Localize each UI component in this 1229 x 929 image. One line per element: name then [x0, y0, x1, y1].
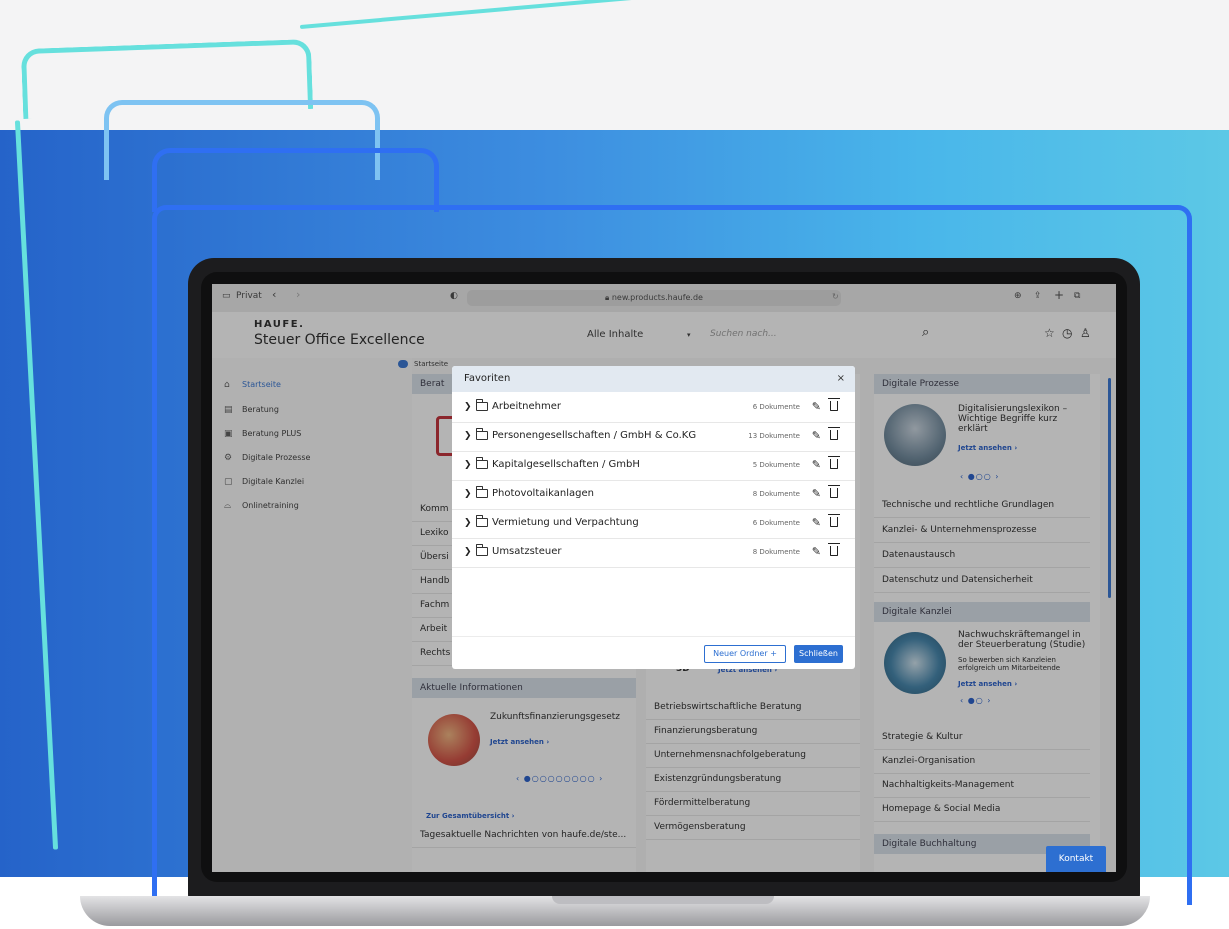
- trash-icon[interactable]: [828, 543, 840, 556]
- trash-icon[interactable]: [828, 514, 840, 527]
- chevron-right-icon[interactable]: ❯: [464, 402, 472, 412]
- favorites-modal: Favoriten × ❯ Arbeitnehmer 6 Dokumente ✎…: [452, 366, 855, 669]
- folder-name: Personengesellschaften / GmbH & Co.KG: [492, 430, 697, 441]
- chevron-right-icon[interactable]: ❯: [464, 460, 472, 470]
- folder-count: 5 Dokumente: [752, 461, 800, 469]
- folder-row[interactable]: ❯ Photovoltaikanlagen 8 Dokumente ✎: [452, 481, 855, 510]
- folder-name: Kapitalgesellschaften / GmbH: [492, 459, 640, 470]
- chevron-right-icon[interactable]: ❯: [464, 431, 472, 441]
- folder-icon: [476, 515, 488, 527]
- folder-icon: [476, 544, 488, 556]
- folder-row[interactable]: ❯ Umsatzsteuer 8 Dokumente ✎: [452, 539, 855, 568]
- chevron-right-icon[interactable]: ❯: [464, 547, 472, 557]
- plus-icon: +: [770, 649, 777, 658]
- new-folder-button[interactable]: Neuer Ordner +: [704, 645, 786, 663]
- folder-count: 6 Dokumente: [752, 403, 800, 411]
- decor-frame-front: [152, 148, 439, 212]
- folder-count: 13 Dokumente: [748, 432, 800, 440]
- folder-row[interactable]: ❯ Personengesellschaften / GmbH & Co.KG …: [452, 423, 855, 452]
- modal-title: Favoriten: [464, 373, 511, 384]
- laptop-notch: [552, 896, 774, 904]
- folder-row[interactable]: ❯ Vermietung und Verpachtung 6 Dokumente…: [452, 510, 855, 539]
- folder-icon: [476, 457, 488, 469]
- folder-name: Vermietung und Verpachtung: [492, 517, 639, 528]
- pencil-icon[interactable]: ✎: [812, 429, 821, 442]
- pencil-icon[interactable]: ✎: [812, 516, 821, 529]
- folder-count: 6 Dokumente: [752, 519, 800, 527]
- chevron-right-icon[interactable]: ❯: [464, 518, 472, 528]
- trash-icon[interactable]: [828, 456, 840, 469]
- modal-header: Favoriten ×: [452, 366, 855, 392]
- folder-count: 8 Dokumente: [752, 490, 800, 498]
- folder-count: 8 Dokumente: [752, 548, 800, 556]
- folder-name: Photovoltaikanlagen: [492, 488, 594, 499]
- decor-frame-back-top: [299, 0, 1058, 29]
- screen: ▭ Privat ‹ › ◐ 🔒︎ new.products.haufe.de …: [212, 284, 1116, 872]
- pencil-icon[interactable]: ✎: [812, 487, 821, 500]
- pencil-icon[interactable]: ✎: [812, 400, 821, 413]
- folder-row[interactable]: ❯ Kapitalgesellschaften / GmbH 5 Dokumen…: [452, 452, 855, 481]
- pencil-icon[interactable]: ✎: [812, 458, 821, 471]
- folder-icon: [476, 428, 488, 440]
- trash-icon[interactable]: [828, 427, 840, 440]
- folder-row[interactable]: ❯ Arbeitnehmer 6 Dokumente ✎: [452, 394, 855, 423]
- trash-icon[interactable]: [828, 398, 840, 411]
- folder-name: Umsatzsteuer: [492, 546, 562, 557]
- modal-footer-divider: [452, 636, 855, 637]
- trash-icon[interactable]: [828, 485, 840, 498]
- folder-icon: [476, 486, 488, 498]
- close-button[interactable]: Schließen: [794, 645, 843, 663]
- folder-icon: [476, 399, 488, 411]
- close-icon[interactable]: ×: [837, 366, 845, 392]
- kontakt-button[interactable]: Kontakt: [1046, 846, 1106, 872]
- pencil-icon[interactable]: ✎: [812, 545, 821, 558]
- chevron-right-icon[interactable]: ❯: [464, 489, 472, 499]
- folder-name: Arbeitnehmer: [492, 401, 561, 412]
